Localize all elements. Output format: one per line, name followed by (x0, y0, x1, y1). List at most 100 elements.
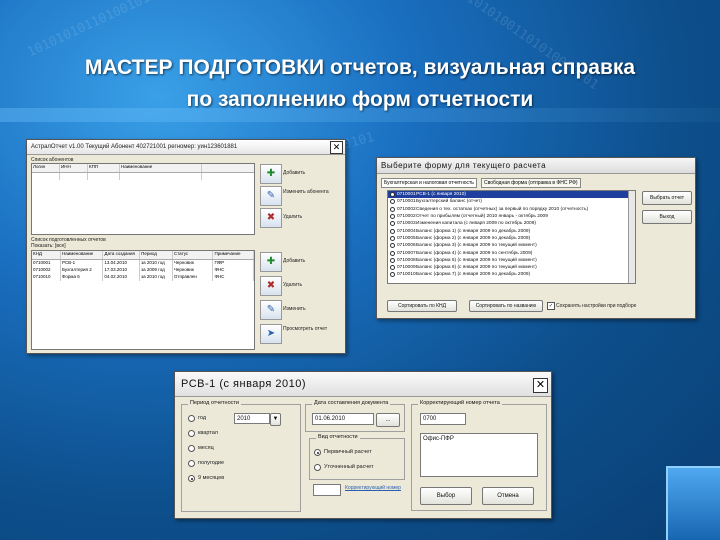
list-item[interactable]: 0710008 Баланс (форма 5) (с января 2009 п… (388, 257, 635, 264)
list-item[interactable]: 0710002 Отчет по прибылям (отчетный) 2010… (388, 213, 635, 220)
edit-report-button[interactable]: ✎ (260, 300, 282, 320)
period-radio[interactable] (188, 415, 195, 422)
tab-accounting[interactable]: Бухгалтерская и налоговая отчетность (381, 178, 477, 188)
report-type-radio[interactable] (314, 464, 321, 471)
exit-button[interactable]: Выход (642, 210, 692, 224)
group-label: Вид отчетности (316, 434, 360, 440)
radio-icon (390, 250, 395, 256)
period-radio[interactable] (188, 460, 195, 467)
list-item[interactable]: 0710004 Баланс (форма 1) (с января 2009 п… (388, 227, 635, 234)
form-code: 0710003 (397, 221, 416, 227)
button-label: Добавить (283, 170, 306, 176)
subscribers-grid[interactable]: Логин ИНН КПП Наименование (31, 163, 255, 235)
column-header: Наименование (120, 164, 202, 172)
date-picker-button[interactable]: ... (376, 413, 400, 427)
column-header: КНД (32, 251, 61, 259)
period-radio[interactable] (188, 445, 195, 452)
period-radio[interactable] (188, 430, 195, 437)
report-type-label: Первичный расчет (324, 449, 372, 455)
form-name: РСВ-1 (с января 2010) (416, 192, 466, 198)
view-report-button[interactable]: ➤ (260, 324, 282, 344)
edit-subscriber-button[interactable]: ✎ (260, 186, 282, 206)
add-icon: ✚ (266, 168, 276, 179)
select-report-button[interactable]: Выбрать отчет (642, 191, 692, 205)
year-select[interactable]: 2010 (234, 413, 270, 424)
list-item[interactable]: 0710005 Баланс (форма 2) (с января 2009 п… (388, 235, 635, 242)
delete-subscriber-button[interactable]: ✖ (260, 208, 282, 228)
form-code: 0710007 (397, 250, 416, 256)
period-option-label: год (198, 415, 207, 421)
add-report-button[interactable]: ✚ (260, 252, 282, 272)
period-option-label: 9 месяцев (198, 475, 225, 481)
list-item[interactable]: 0710001 РСВ-1 (с января 2010) (388, 191, 635, 199)
group-label: Период отчетности (188, 400, 241, 406)
office-field[interactable]: Офис-ПФР (420, 433, 538, 477)
correction-group: Корректирующий номер отчета 0700 Офис-ПФ… (411, 400, 547, 511)
close-icon[interactable]: ✕ (533, 378, 548, 393)
delete-icon: ✖ (266, 280, 276, 291)
form-code: 0710004 (397, 228, 416, 234)
corner-decoration (666, 466, 720, 540)
cancel-button[interactable]: Отмена (482, 487, 534, 505)
form-code: 0710005 (397, 235, 416, 241)
group-label: Корректирующий номер отчета (418, 400, 502, 406)
form-code: 0710001 (397, 192, 416, 198)
list-scrollbar[interactable] (628, 191, 635, 283)
form-name: Изменения капитала (с января 2009 по окт… (416, 221, 536, 227)
column-header: КПП (88, 164, 120, 172)
tab-free-form[interactable]: Свободная форма (отправка в ФНС РФ) (481, 178, 581, 188)
form-code: 0710009 (397, 265, 416, 271)
table-row[interactable]: 0710010 Форма 6 04.02.2010 за 2010 год О… (32, 274, 254, 281)
corr-number-link[interactable]: Корректирующий номер (345, 485, 401, 491)
corr-number-input[interactable] (313, 484, 341, 496)
save-settings-label: Сохранять настройки при подборе (556, 303, 637, 309)
list-item[interactable]: 0710006 Баланс (форма 3) (с января 2009 п… (388, 242, 635, 249)
list-item[interactable]: 0710002 Сведения о тех. остатках (отчетны… (388, 206, 635, 213)
form-name: Баланс (форма 4) (с января 2009 по сентя… (416, 250, 533, 256)
form-select-window: Выберите форму для текущего расчета Бухг… (376, 157, 696, 319)
form-name: Баланс (форма 2) (с января 2009 по декаб… (416, 235, 531, 241)
form-name: Баланс (форма 7) (с января 2009 по декаб… (416, 272, 531, 278)
table-row[interactable]: 0710001 РСВ-1 13.04.2010 за 2010 год Чер… (32, 260, 254, 267)
main-window: АстралОтчет v1.00 Текущий Абонент 402721… (26, 139, 346, 354)
column-header: Наименование (61, 251, 104, 259)
form-name: Баланс (форма 6) (с января 2009 по текущ… (416, 265, 537, 271)
period-option-label: полугодие (198, 460, 225, 466)
sort-by-code-button[interactable]: Сортировать по КНД (387, 300, 457, 312)
sort-by-name-button[interactable]: Сортировать по названию (469, 300, 543, 312)
reports-grid[interactable]: КНД Наименование Дата создания Период Ст… (31, 250, 255, 350)
delete-report-button[interactable]: ✖ (260, 276, 282, 296)
report-type-radio[interactable] (314, 449, 321, 456)
list-item[interactable]: 0710001 Бухгалтерский баланс (отчет) (388, 198, 635, 205)
chevron-down-icon[interactable]: ▼ (270, 413, 281, 426)
close-icon[interactable]: ✕ (330, 141, 343, 154)
table-row[interactable] (32, 173, 254, 180)
radio-icon (390, 206, 395, 212)
correction-number-input[interactable]: 0700 (420, 413, 466, 425)
save-settings-checkbox[interactable]: ✓ (547, 302, 555, 310)
report-type-label: Уточненный расчет (324, 464, 374, 470)
choose-button[interactable]: Выбор (420, 487, 472, 505)
slide-title-line1: МАСТЕР ПОДГОТОВКИ отчетов, визуальная сп… (84, 56, 636, 79)
period-radio[interactable] (188, 475, 195, 482)
form-list[interactable]: 0710001 РСВ-1 (с января 2010) 0710001 Бухга… (387, 190, 636, 284)
period-group: Период отчетности год квартал месяц полугод… (181, 400, 301, 512)
list-item[interactable]: 0710009 Баланс (форма 6) (с января 2009 п… (388, 264, 635, 271)
button-label: Просмотреть отчет (283, 326, 328, 332)
radio-icon (390, 192, 395, 198)
period-option-label: месяц (198, 445, 214, 451)
edit-icon: ✎ (266, 304, 276, 315)
reports-filter-label[interactable]: Показать: [все] (31, 243, 66, 249)
list-item[interactable]: 0710007 Баланс (форма 4) (с января 2009 п… (388, 249, 635, 256)
form-name: Баланс (форма 3) (с января 2009 по текущ… (416, 243, 537, 249)
list-item[interactable]: 0710003 Изменения капитала (с января 2009… (388, 220, 635, 227)
date-group: Дата составления документа 01.06.2010 ..… (305, 400, 405, 432)
add-subscriber-button[interactable]: ✚ (260, 164, 282, 184)
group-label: Дата составления документа (312, 400, 391, 406)
table-row[interactable]: 0710002 Бухгалтерия 2 17.03.2010 за 2009… (32, 267, 254, 274)
date-input[interactable]: 01.06.2010 (312, 413, 374, 425)
slide-title-line2: по заполнению форм отчетности (186, 88, 534, 111)
list-item[interactable]: 0710010 Баланс (форма 7) (с января 2009 п… (388, 271, 635, 278)
column-header: Дата создания (103, 251, 141, 259)
column-header: ИНН (60, 164, 88, 172)
